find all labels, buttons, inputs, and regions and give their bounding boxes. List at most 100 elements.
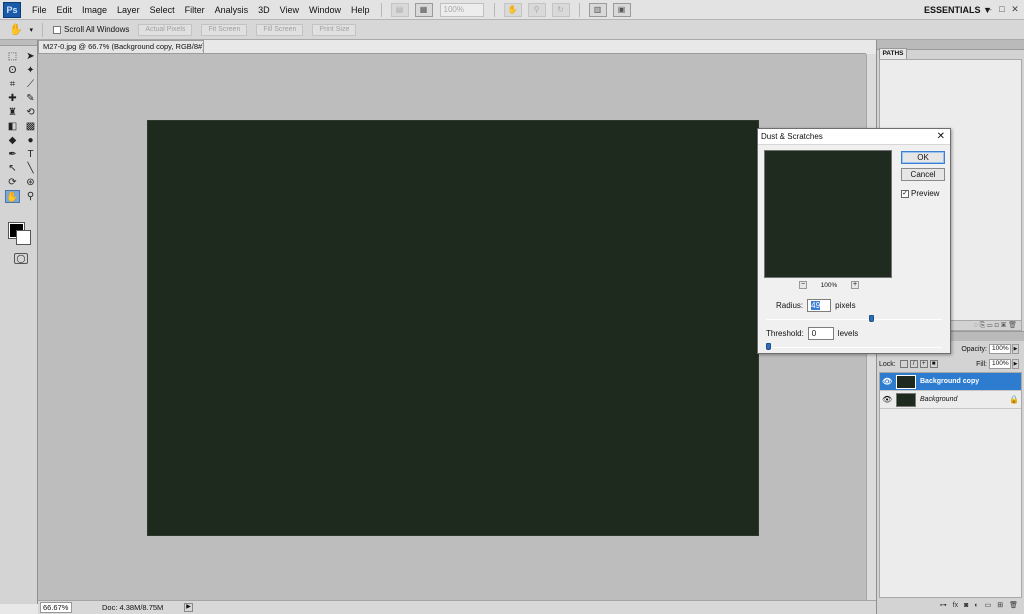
print-size-button[interactable]: Print Size [312,23,357,36]
zoom-tool-icon[interactable]: ⚲ [23,190,38,203]
new-layer-icon[interactable]: ⊞ [997,601,1003,609]
zoom-out-button[interactable]: − [799,281,807,289]
mask-icon[interactable]: ◙ [964,602,968,609]
quick-mask-icon[interactable]: ◯ [14,253,28,264]
tool-preset-picker[interactable]: ✋ ▾ [6,22,36,38]
path-select-icon[interactable]: ↖ [5,162,20,175]
zoom-tool-icon[interactable]: ⚲ [527,2,546,17]
check-icon[interactable]: ✓ [901,189,909,198]
line-tool-icon[interactable]: ╲ [23,162,38,175]
link-icon[interactable]: ⊶ [940,601,947,609]
history-brush-icon[interactable]: ⟲ [23,106,38,119]
menu-view[interactable]: View [275,0,304,20]
ok-button[interactable]: OK [901,151,945,164]
zoom-level-field[interactable]: 100% [439,2,484,17]
pen-tool-icon[interactable]: ✒ [5,148,20,161]
bridge-icon[interactable]: ▤ [390,2,409,17]
lock-all-icon[interactable]: ■ [929,360,938,368]
healing-brush-icon[interactable]: ✚ [5,92,20,105]
gradient-icon[interactable]: ▩ [23,120,38,133]
menu-window[interactable]: Window [304,0,346,20]
menu-select[interactable]: Select [145,0,180,20]
lock-transparency-icon[interactable] [899,360,908,368]
arrange-documents-icon[interactable]: ▥ [588,2,607,17]
lock-position-icon[interactable]: + [919,360,928,368]
magic-wand-icon[interactable]: ✦ [23,64,38,77]
adjustment-icon[interactable]: ◐ [974,602,978,609]
lock-pixels-icon[interactable]: / [909,360,918,368]
hand-tool-icon[interactable]: ✋ [503,2,522,17]
threshold-slider-thumb[interactable] [766,343,771,350]
menu-help[interactable]: Help [346,0,375,20]
menu-image[interactable]: Image [77,0,112,20]
hand-tool-icon[interactable]: ✋ [5,190,20,203]
layer-name: Background [920,396,958,403]
visibility-eye-icon[interactable]: 👁 [882,395,892,404]
clone-stamp-icon[interactable]: ♜ [5,106,20,119]
type-tool-icon[interactable]: T [23,148,38,161]
document-image[interactable] [148,121,758,535]
crop-tool-icon[interactable]: ⌗ [5,78,20,91]
tab-paths[interactable]: PATHS [879,48,907,59]
move-tool-icon[interactable]: ➤ [23,50,38,63]
fill-screen-button[interactable]: Fill Screen [256,23,304,36]
menu-edit[interactable]: Edit [52,0,78,20]
menu-filter[interactable]: Filter [180,0,210,20]
marquee-tool-icon[interactable]: ⬚ [5,50,20,63]
maximize-icon[interactable]: □ [996,3,1008,15]
radius-slider-thumb[interactable] [868,315,874,322]
radius-row: Radius: 49 pixels [776,299,856,312]
rotate-view-icon[interactable]: ↻ [551,2,570,17]
document-tab[interactable]: M27-0.jpg @ 66.7% (Background copy, RGB/… [38,40,204,54]
dust-and-scratches-dialog: Dust & Scratches ✕ − 100% + OK Cancel ✓ … [757,128,951,354]
fit-screen-button[interactable]: Fit Screen [201,23,248,36]
close-icon[interactable]: ✕ [937,129,945,145]
background-color-swatch[interactable] [16,230,31,245]
filter-preview[interactable] [764,150,892,278]
group-icon[interactable]: ▭ [985,601,992,609]
opacity-arrow-icon[interactable]: ▶ [1012,344,1019,354]
radius-input[interactable]: 49 [807,299,832,312]
fill-field[interactable]: 100% [989,359,1011,369]
dodge-tool-icon[interactable]: ● [23,134,38,147]
status-zoom-field[interactable]: 66.67% [40,602,72,613]
radius-slider-track[interactable] [766,319,942,320]
menu-3d[interactable]: 3D [253,0,275,20]
lock-icon: 🔒 [1009,395,1019,404]
fx-icon[interactable]: fx [953,602,958,609]
blur-tool-icon[interactable]: ◆ [5,134,20,147]
menu-analysis[interactable]: Analysis [210,0,254,20]
menu-file[interactable]: File [27,0,52,20]
lasso-tool-icon[interactable]: ʘ [5,64,20,77]
cancel-button[interactable]: Cancel [901,168,945,181]
screen-mode-icon[interactable]: ▣ [612,2,631,17]
visibility-eye-icon[interactable]: 👁 [882,377,892,386]
trash-icon[interactable]: 🗑 [1009,601,1018,609]
3d-rotate-icon[interactable]: ⟳ [5,176,20,189]
zoom-in-button[interactable]: + [851,281,859,289]
threshold-input[interactable]: 0 [807,327,834,340]
workspace-switcher[interactable]: ESSENTIALS ▼ [924,0,992,20]
status-doc-size: Doc: 4.38M/8.75M [102,603,164,612]
layer-row-background[interactable]: 👁 Background 🔒 [880,391,1021,409]
menu-layer[interactable]: Layer [112,0,145,20]
layer-row-background-copy[interactable]: 👁 Background copy [880,373,1021,391]
checkbox-box[interactable] [53,25,61,34]
canvas-area[interactable] [38,54,866,600]
eraser-icon[interactable]: ◧ [5,120,20,133]
close-window-icon[interactable]: ✕ [1009,3,1021,15]
eyedropper-icon[interactable]: ⟋ [23,78,38,91]
3d-orbit-icon[interactable]: ⊛ [23,176,38,189]
scroll-all-windows-checkbox[interactable]: Scroll All Windows [53,25,129,34]
brush-tool-icon[interactable]: ✎ [23,92,38,105]
preview-checkbox[interactable]: ✓ Preview [901,189,939,198]
menu-separator [493,2,495,17]
minimize-icon[interactable]: – [983,3,995,15]
view-extras-icon[interactable]: ▦ [414,2,433,17]
fill-arrow-icon[interactable]: ▶ [1012,359,1019,369]
dialog-title-bar[interactable]: Dust & Scratches ✕ [758,129,950,145]
status-menu-arrow-icon[interactable]: ▶ [184,603,193,612]
opacity-field[interactable]: 100% [989,344,1011,354]
actual-pixels-button[interactable]: Actual Pixels [138,23,193,36]
threshold-slider-track[interactable] [766,347,942,348]
